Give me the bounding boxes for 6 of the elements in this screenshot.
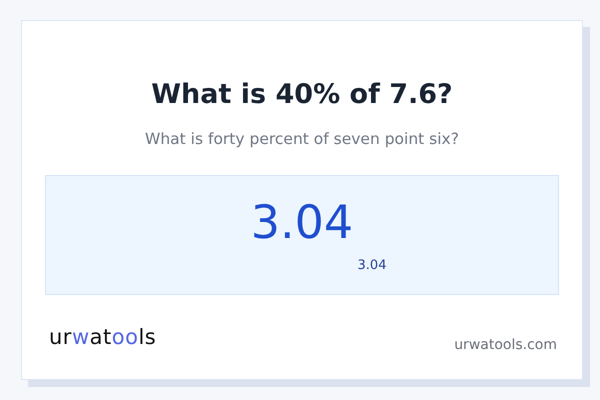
site-domain: urwatools.com: [454, 337, 557, 353]
question-in-words: What is forty percent of seven point six?: [144, 129, 460, 150]
question-title: What is 40% of 7.6?: [150, 78, 454, 112]
logo: urwatools: [49, 325, 156, 349]
result-note: 3.04: [358, 258, 386, 273]
result-value: 3.04: [250, 194, 354, 250]
